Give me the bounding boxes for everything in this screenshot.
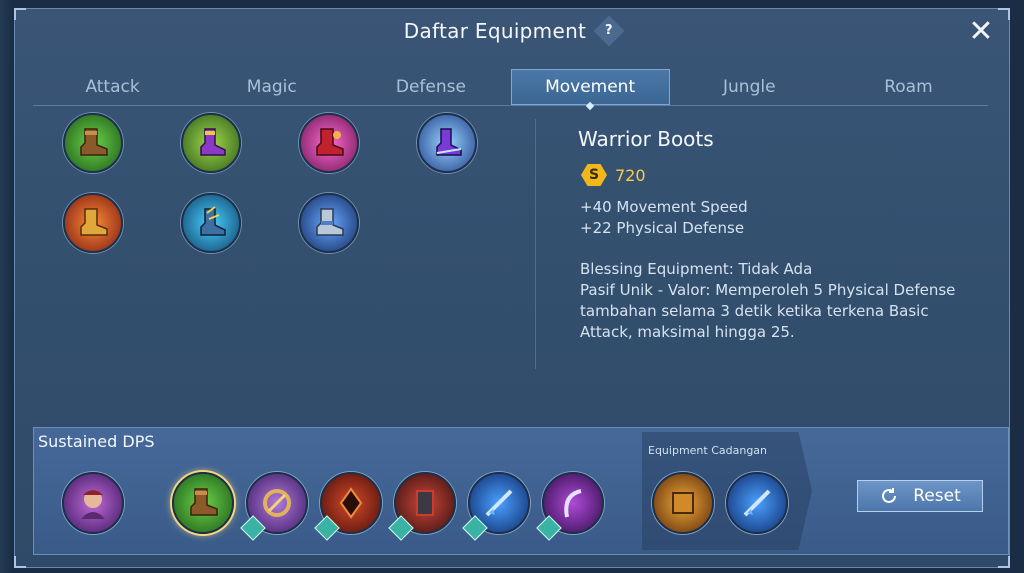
stat-line: +22 Physical Defense [580,219,745,237]
demon-shoes-icon[interactable] [181,193,241,253]
hero-avatar[interactable] [62,472,124,534]
item-description: Blessing Equipment: Tidak Ada Pasif Unik… [580,259,980,343]
blessing-text: Blessing Equipment: Tidak Ada [580,260,813,278]
category-tabs: Attack Magic Defense Movement Jungle Roa… [33,69,988,106]
tough-boots-icon[interactable] [299,193,359,253]
item-name: Warrior Boots [578,127,714,151]
passive-text: Pasif Unik - Valor: Memperoleh 5 Physica… [580,281,956,341]
stat-line: +40 Movement Speed [580,198,748,216]
build-slot-warrior-boots[interactable] [172,472,234,534]
build-name: Sustained DPS [38,432,155,451]
rapid-boots-icon[interactable] [63,193,123,253]
tab-jungle[interactable]: Jungle [670,69,829,105]
tab-movement[interactable]: Movement [510,69,670,105]
reset-button[interactable]: Reset [857,480,983,512]
panel-corner [998,556,1010,568]
refresh-icon [882,488,897,503]
gold-coin-icon: S [581,164,607,186]
tab-roam[interactable]: Roam [829,69,988,105]
detail-divider [535,119,536,369]
tab-attack[interactable]: Attack [33,69,192,105]
close-button[interactable]: ✕ [967,17,995,47]
build-bar: Sustained DPS Equipment Cadangan Reset [33,427,1009,555]
help-icon[interactable]: ? [593,15,625,47]
item-stats: +40 Movement Speed +22 Physical Defense [580,197,748,239]
reserve-slot-item-2[interactable] [726,472,788,534]
warrior-boots-icon[interactable] [63,113,123,173]
panel-corner [14,556,26,568]
page-title: Daftar Equipment [403,19,587,43]
reset-label: Reset [913,486,961,506]
panel-header: Daftar Equipment ? [15,15,1009,47]
price-value: 720 [615,165,646,185]
equipment-panel: Daftar Equipment ? ✕ Attack Magic Defens… [14,8,1010,568]
arcane-boots-icon[interactable] [299,113,359,173]
magic-shoes-icon[interactable] [181,113,241,173]
reserve-label: Equipment Cadangan [648,444,768,457]
swift-boots-icon[interactable] [417,113,477,173]
reserve-slot-item-1[interactable] [652,472,714,534]
tab-defense[interactable]: Defense [351,69,510,105]
tab-magic[interactable]: Magic [192,69,351,105]
item-price: S 720 [581,164,646,186]
background-strip [0,0,14,573]
